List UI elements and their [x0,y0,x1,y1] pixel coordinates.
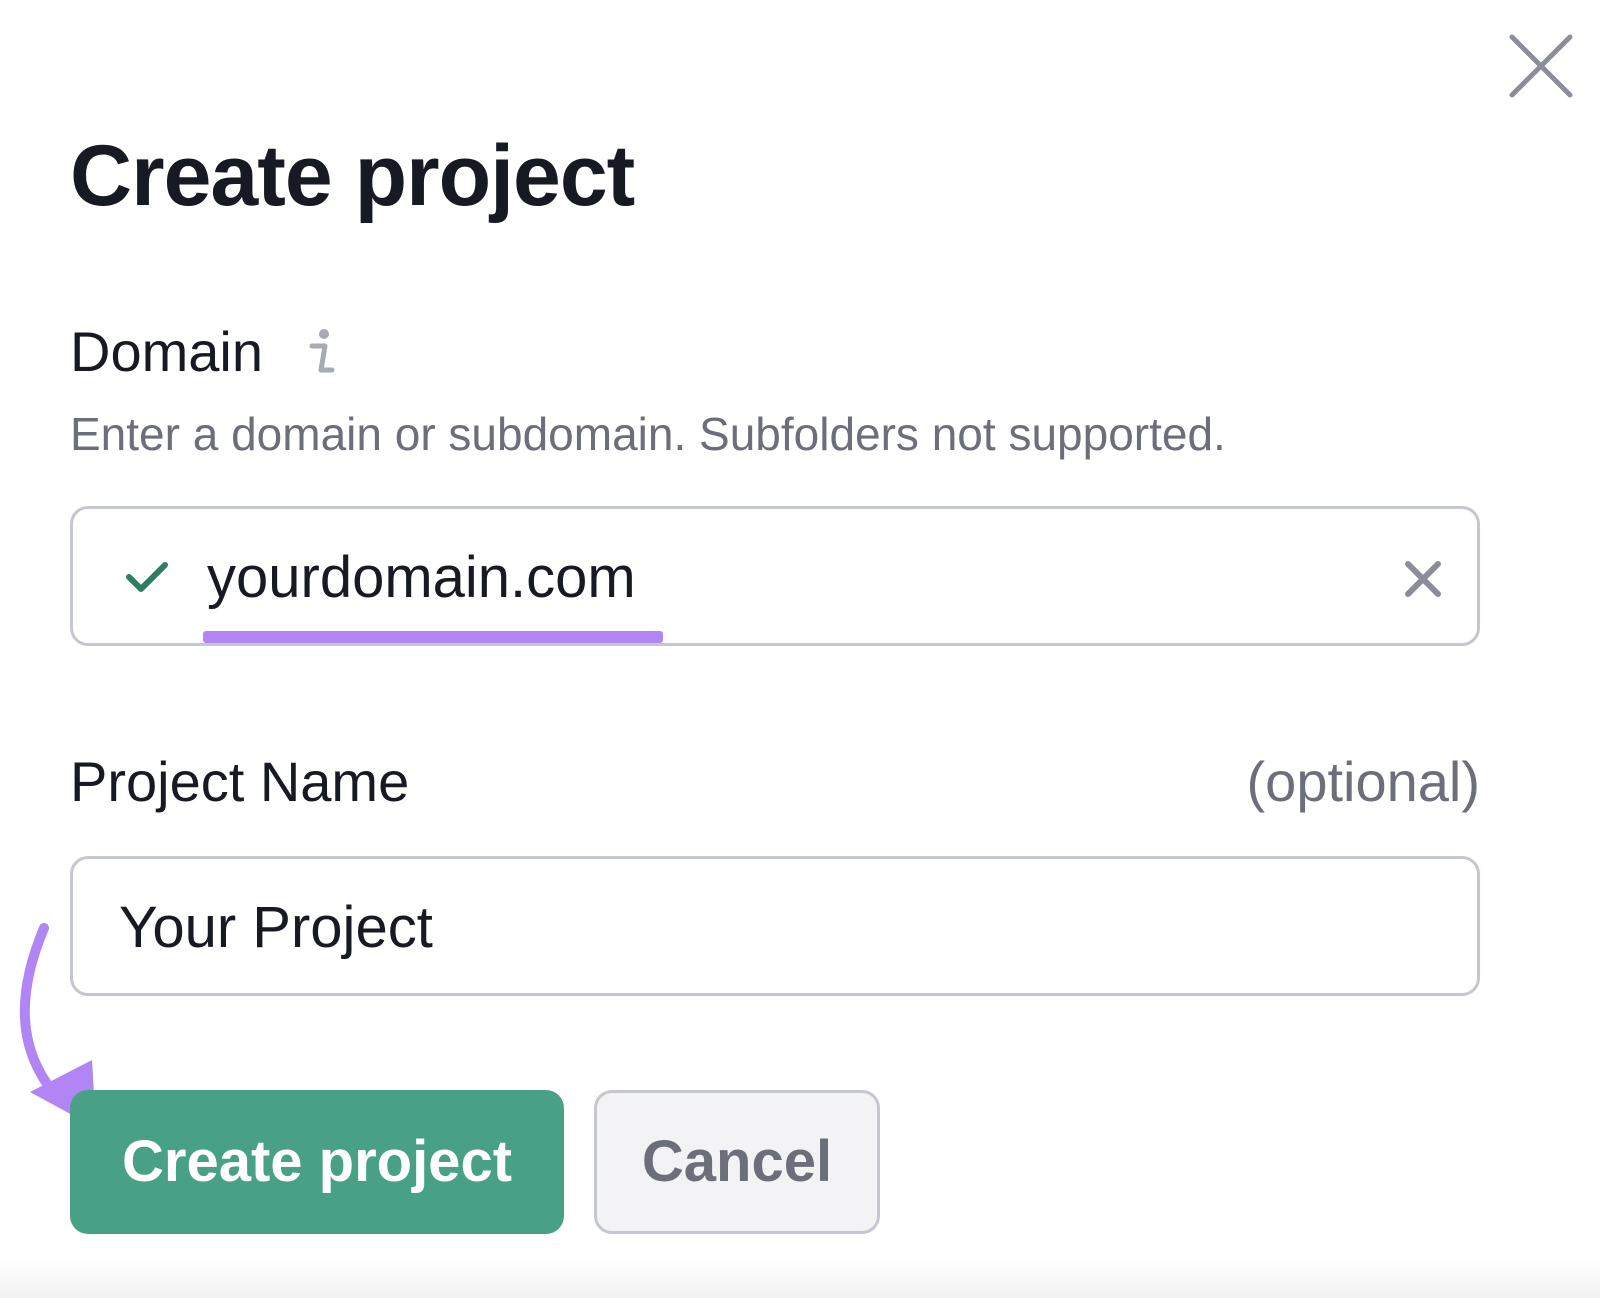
close-button[interactable] [1508,33,1574,99]
domain-label: Domain [70,320,263,383]
optional-label: (optional) [1246,750,1480,813]
highlight-underline [203,631,663,643]
clear-icon[interactable] [1403,559,1443,599]
close-icon [1509,34,1573,98]
project-name-input-value[interactable]: Your Project [119,893,433,963]
domain-input-value[interactable]: yourdomain.com [207,543,636,613]
bottom-fade [0,1258,1600,1298]
domain-input[interactable]: yourdomain.com [70,506,1480,646]
create-project-button[interactable]: Create project [70,1090,564,1234]
info-icon[interactable] [306,328,338,376]
domain-hint: Enter a domain or subdomain. Subfolders … [70,408,1226,460]
project-name-input[interactable]: Your Project [70,856,1480,996]
check-icon [126,562,168,592]
dialog-title: Create project [70,128,635,224]
project-name-label: Project Name [70,750,410,813]
cancel-button[interactable]: Cancel [594,1090,880,1234]
create-project-dialog: Create project Domain Enter a domain or … [0,0,1600,1298]
